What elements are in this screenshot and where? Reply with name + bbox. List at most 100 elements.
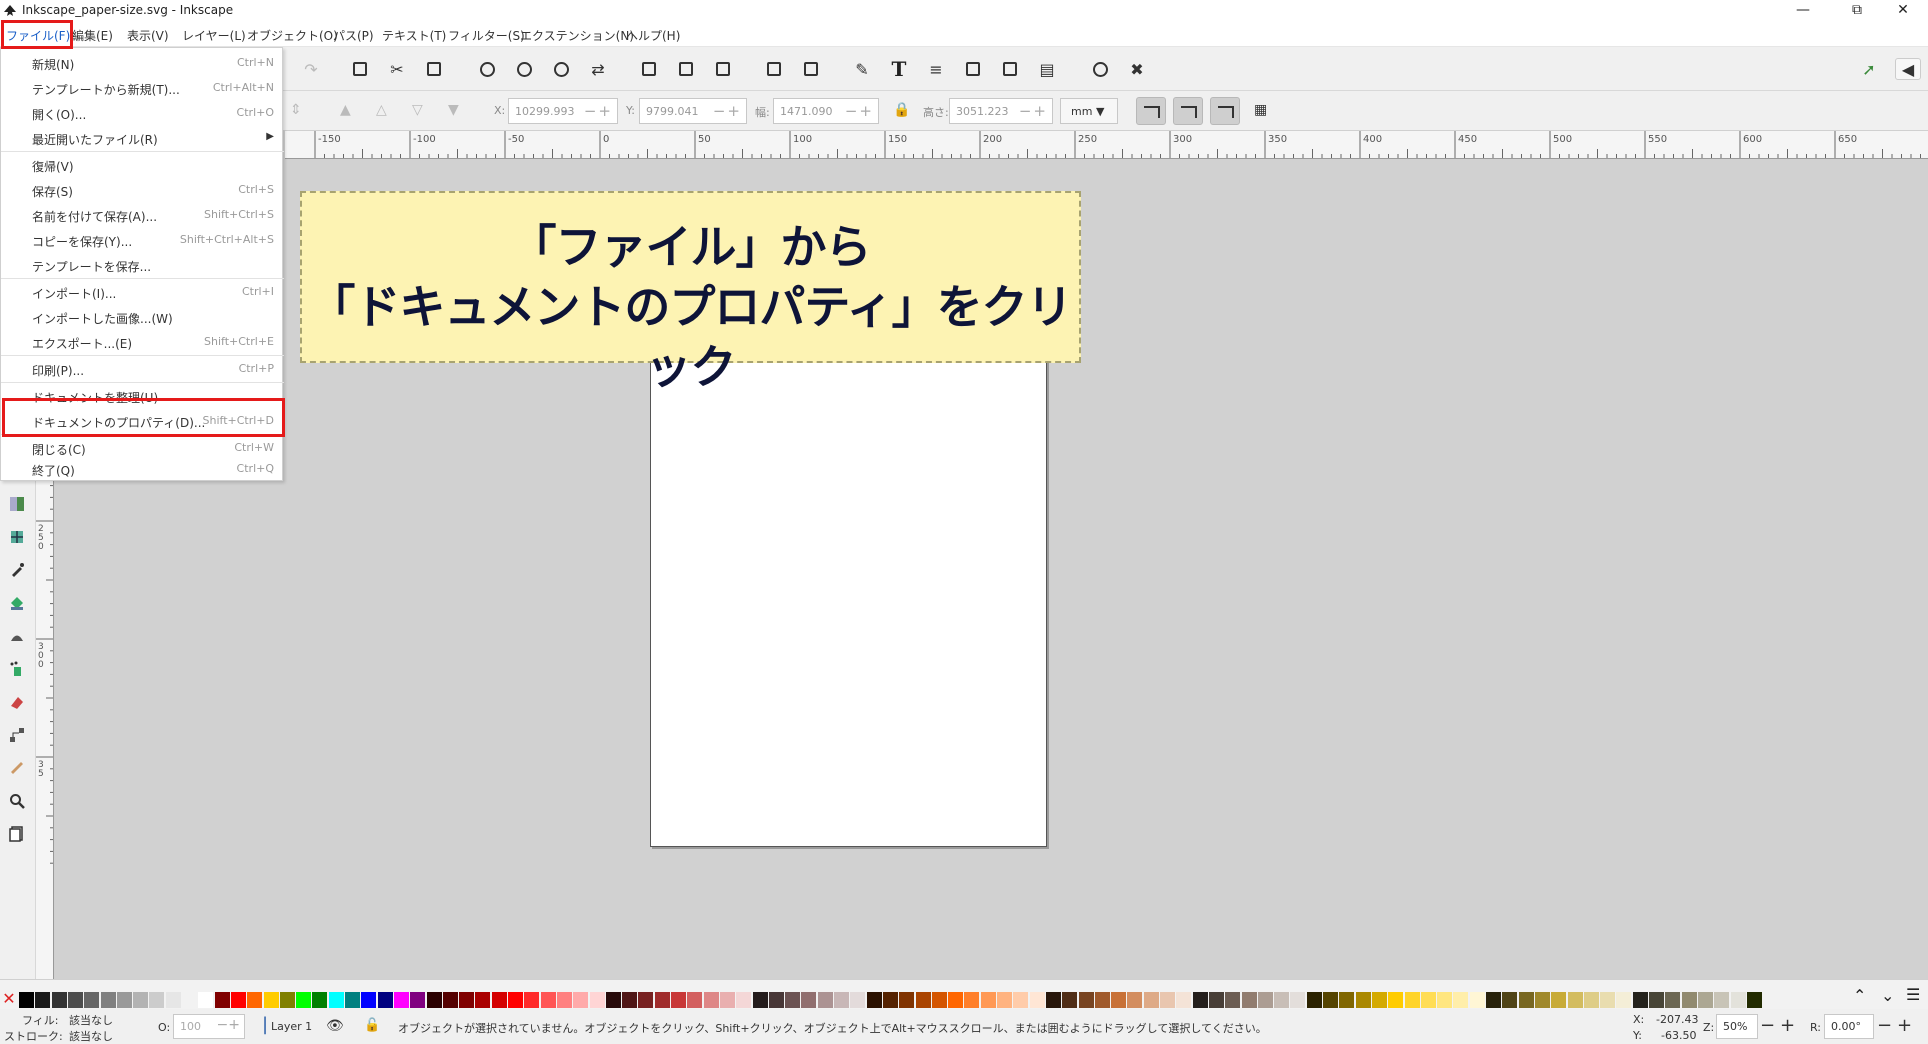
color-swatch[interactable] [801, 992, 817, 1008]
color-swatch[interactable] [1094, 992, 1110, 1008]
color-swatch[interactable] [752, 992, 768, 1008]
measure-tool-icon[interactable] [9, 760, 25, 776]
menu-item-print[interactable]: 印刷(P)... Ctrl+P [1, 357, 284, 381]
color-swatch[interactable] [1062, 992, 1078, 1008]
menu-item-quit[interactable]: 終了(Q) Ctrl+Q [1, 457, 284, 481]
menu-item-clean-up-document[interactable]: ドキュメントを整理(U) [1, 384, 284, 408]
menu-item-import[interactable]: インポート(I)... Ctrl+I [1, 280, 284, 304]
color-swatch[interactable] [589, 992, 605, 1008]
menu-item-new[interactable]: 新規(N) Ctrl+N [1, 51, 284, 75]
menu-text[interactable]: テキスト(T) [382, 27, 446, 44]
color-swatch[interactable] [768, 992, 784, 1008]
color-swatch[interactable] [573, 992, 589, 1008]
color-swatch[interactable] [116, 992, 132, 1008]
paste-icon[interactable] [423, 58, 445, 80]
color-swatch[interactable] [1502, 992, 1518, 1008]
color-swatch[interactable] [964, 992, 980, 1008]
menu-view[interactable]: 表示(V) [127, 27, 169, 44]
scale-corners-toggle[interactable] [1173, 97, 1203, 125]
menu-item-open-recent[interactable]: 最近開いたファイル(R) ▶ [1, 126, 284, 150]
color-swatch[interactable] [1567, 992, 1583, 1008]
color-swatch[interactable] [1323, 992, 1338, 1008]
color-swatch[interactable] [345, 992, 360, 1008]
menu-extensions[interactable]: エクステンション(N) [520, 27, 634, 44]
unit-select[interactable]: mm ▼ [1060, 98, 1118, 124]
color-swatch[interactable] [915, 992, 931, 1008]
flip-vertical-icon[interactable]: ⇕ [290, 102, 302, 118]
redo-icon[interactable]: ↷ [300, 58, 322, 80]
close-button[interactable]: ✕ [1880, 0, 1926, 23]
menu-edit[interactable]: 編集(E) [72, 27, 113, 44]
color-swatch[interactable] [377, 992, 393, 1008]
eraser-tool-icon[interactable] [9, 694, 25, 710]
color-swatch[interactable] [1160, 992, 1175, 1008]
palette-scroll-up-icon[interactable]: ⌃ [1853, 986, 1866, 1005]
color-swatch[interactable] [1388, 992, 1404, 1008]
menu-layer[interactable]: レイヤー(L) [182, 27, 246, 44]
color-swatch[interactable] [1127, 992, 1143, 1008]
color-swatch[interactable] [1355, 992, 1371, 1008]
color-swatch[interactable] [654, 992, 670, 1008]
menu-item-export[interactable]: エクスポート...(E) Shift+Ctrl+E [1, 330, 284, 354]
align-distribute-icon[interactable]: ▤ [1036, 58, 1058, 80]
zoom-drawing-icon[interactable] [513, 58, 535, 80]
x-input[interactable]: 10299.993 −+ [508, 98, 618, 124]
mesh-tool-icon[interactable] [9, 529, 25, 545]
gradient-tool-icon[interactable] [9, 496, 25, 512]
color-swatch[interactable] [834, 992, 849, 1008]
zoom-input[interactable]: 50% [1716, 1014, 1758, 1039]
zoom-in-icon[interactable]: + [1780, 1015, 1795, 1036]
color-swatch[interactable] [1714, 992, 1730, 1008]
lock-icon[interactable]: 🔒 [893, 102, 910, 118]
current-layer[interactable]: Layer 1 [271, 1020, 312, 1033]
layer-visibility-icon[interactable]: 👁 [326, 1018, 344, 1034]
color-swatch[interactable] [1697, 992, 1713, 1008]
menu-object[interactable]: オブジェクト(O) [247, 27, 338, 44]
ungroup-icon[interactable] [800, 58, 822, 80]
color-swatch[interactable] [556, 992, 572, 1008]
dropper-tool-icon[interactable] [9, 562, 25, 578]
layers-icon[interactable]: ≡ [925, 58, 947, 80]
color-swatch[interactable] [980, 992, 996, 1008]
color-swatch[interactable] [997, 992, 1012, 1008]
color-swatch[interactable] [1681, 992, 1697, 1008]
color-swatch[interactable] [1208, 992, 1224, 1008]
height-input[interactable]: 3051.223 −+ [949, 98, 1053, 124]
lower-icon[interactable]: ▽ [412, 102, 423, 118]
menu-item-save-template[interactable]: テンプレートを保存... [1, 253, 284, 277]
zoom-page-icon[interactable] [550, 58, 572, 80]
color-swatch[interactable] [410, 992, 426, 1008]
objects-icon[interactable] [999, 58, 1021, 80]
color-swatch[interactable] [1746, 992, 1762, 1008]
color-swatch[interactable] [1029, 992, 1045, 1008]
no-paint-icon[interactable]: ✕ [1, 991, 17, 1009]
color-swatch[interactable] [459, 992, 475, 1008]
color-swatch[interactable] [703, 992, 719, 1008]
pages-tool-icon[interactable] [9, 826, 25, 842]
color-swatch[interactable] [165, 992, 181, 1008]
color-swatch[interactable] [1469, 992, 1485, 1008]
connector-tool-icon[interactable] [9, 727, 25, 743]
color-swatch[interactable] [198, 992, 214, 1008]
rotate-ccw-icon[interactable]: − [1877, 1015, 1892, 1036]
color-swatch[interactable] [1339, 992, 1355, 1008]
color-swatch[interactable] [1616, 992, 1632, 1008]
fill-value[interactable]: 該当なし [69, 1012, 113, 1028]
color-swatch[interactable] [1290, 992, 1306, 1008]
color-swatch[interactable] [475, 992, 491, 1008]
color-swatch[interactable] [882, 992, 898, 1008]
text-font-icon[interactable]: T [888, 57, 910, 81]
color-swatch[interactable] [1730, 992, 1746, 1008]
menu-filters[interactable]: フィルター(S) [448, 27, 525, 44]
color-swatch[interactable] [426, 992, 442, 1008]
color-swatch[interactable] [1486, 992, 1501, 1008]
color-swatch[interactable] [214, 992, 230, 1008]
layer-lock-icon[interactable]: 🔓 [364, 1018, 380, 1033]
color-swatch[interactable] [785, 992, 801, 1008]
xml-editor-icon[interactable] [962, 58, 984, 80]
menu-item-save-copy[interactable]: コピーを保存(Y)... Shift+Ctrl+Alt+S [1, 228, 284, 252]
color-swatch[interactable] [524, 992, 540, 1008]
spray-tool-icon[interactable] [9, 661, 25, 677]
color-swatch[interactable] [1306, 992, 1322, 1008]
menu-item-import-clip-art[interactable]: インポートした画像...(W) [1, 305, 284, 329]
